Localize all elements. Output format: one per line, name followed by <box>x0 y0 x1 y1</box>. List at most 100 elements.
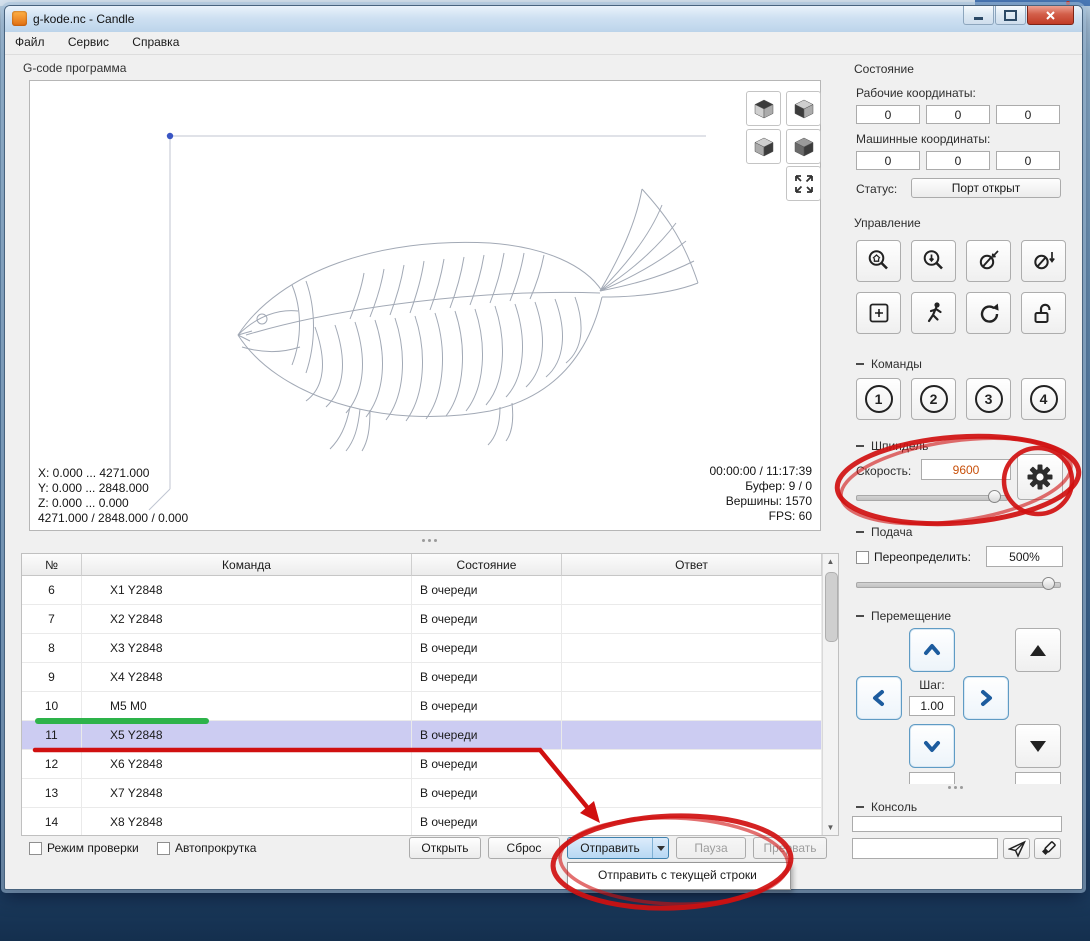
menu-item-send-from-current-line[interactable]: Отправить с текущей строки <box>568 863 790 888</box>
pause-button[interactable]: Пауза <box>676 837 746 859</box>
status-label: Статус: <box>856 182 898 196</box>
z-probe-button[interactable] <box>911 240 956 282</box>
scroll-down-icon[interactable]: ▼ <box>823 820 838 835</box>
zero-z-button[interactable] <box>1021 240 1066 282</box>
spindle-speed-field[interactable]: 9600 <box>921 459 1011 480</box>
collapse-icon[interactable] <box>856 445 864 447</box>
collapse-icon[interactable] <box>856 806 864 808</box>
table-row[interactable]: 14 X8 Y2848 В очереди <box>22 808 838 835</box>
header-state[interactable]: Состояние <box>412 554 562 576</box>
cell-response <box>562 634 822 662</box>
jog-panel-title: Перемещение <box>871 609 951 623</box>
slider-knob[interactable] <box>1042 577 1055 590</box>
send-button[interactable]: Отправить <box>567 837 669 859</box>
command-2-button[interactable]: 2 <box>911 378 956 420</box>
menu-help[interactable]: Справка <box>122 32 189 52</box>
feed-override-checkbox[interactable] <box>856 551 869 564</box>
cell-state: В очереди <box>412 750 562 778</box>
soft-reset-button[interactable] <box>966 292 1011 334</box>
restore-origin-button[interactable] <box>856 292 901 334</box>
spindle-speed-slider[interactable] <box>856 490 1008 503</box>
header-number[interactable]: № <box>22 554 82 576</box>
work-coord-y: 0 <box>926 105 990 124</box>
step-label: Шаг: <box>919 678 945 692</box>
window-title: g-kode.nc - Candle <box>33 12 135 26</box>
table-row[interactable]: 6 X1 Y2848 В очереди <box>22 576 838 605</box>
machine-coords-label: Машинные координаты: <box>856 132 991 146</box>
jog-z-plus-button[interactable] <box>1015 628 1061 672</box>
maximize-button[interactable] <box>995 6 1026 25</box>
header-command[interactable]: Команда <box>82 554 412 576</box>
console-output[interactable] <box>852 816 1062 832</box>
eraser-icon <box>1041 840 1056 855</box>
console-input[interactable] <box>852 838 998 859</box>
panel-splitter-handle[interactable] <box>885 786 1025 789</box>
zero-xy-button[interactable] <box>966 240 1011 282</box>
table-row-selected[interactable]: 11 X5 Y2848 В очереди <box>22 721 838 750</box>
cell-response <box>562 779 822 807</box>
jog-x-minus-button[interactable] <box>856 676 902 720</box>
table-scrollbar[interactable]: ▲ ▼ <box>822 554 838 835</box>
table-row[interactable]: 7 X2 Y2848 В очереди <box>22 605 838 634</box>
menu-file[interactable]: Файл <box>5 32 55 52</box>
jog-y-plus-button[interactable] <box>909 628 955 672</box>
view-top-button[interactable] <box>746 91 781 126</box>
reset-button[interactable]: Сброс <box>488 837 560 859</box>
collapse-icon[interactable] <box>856 531 864 533</box>
search-home-icon <box>868 250 888 270</box>
bounds-info: X: 0.000 ... 4271.000 Y: 0.000 ... 2848.… <box>38 466 189 525</box>
gcode-visualizer[interactable]: X: 0.000 ... 4271.000 Y: 0.000 ... 2848.… <box>29 80 821 531</box>
view-isometric-button[interactable] <box>786 91 821 126</box>
jog-z-minus-button[interactable] <box>1015 724 1061 768</box>
jog-y-minus-button[interactable] <box>909 724 955 768</box>
command-4-button[interactable]: 4 <box>1021 378 1066 420</box>
scroll-up-icon[interactable]: ▲ <box>823 554 838 569</box>
jog-x-plus-button[interactable] <box>963 676 1009 720</box>
chevron-down-icon <box>924 741 940 752</box>
cell-state: В очереди <box>412 576 562 604</box>
command-3-button[interactable]: 3 <box>966 378 1011 420</box>
triangle-up-icon <box>1030 644 1046 656</box>
step-field[interactable]: 1.00 <box>909 696 955 716</box>
feed-override-slider[interactable] <box>856 577 1061 590</box>
cell-command: X5 Y2848 <box>82 721 412 749</box>
table-row[interactable]: 8 X3 Y2848 В очереди <box>22 634 838 663</box>
table-row[interactable]: 13 X7 Y2848 В очереди <box>22 779 838 808</box>
table-row[interactable]: 10 M5 M0 В очереди <box>22 692 838 721</box>
command-1-button[interactable]: 1 <box>856 378 901 420</box>
fit-view-button[interactable] <box>786 166 821 201</box>
status-port-button[interactable]: Порт открыт <box>911 178 1061 198</box>
view-front-button[interactable] <box>746 129 781 164</box>
splitter-handle[interactable] <box>21 539 837 542</box>
titlebar[interactable]: g-kode.nc - Candle <box>5 6 1082 33</box>
unlock-button[interactable] <box>1021 292 1066 334</box>
scrollbar-thumb[interactable] <box>825 572 838 642</box>
table-row[interactable]: 12 X6 Y2848 В очереди <box>22 750 838 779</box>
collapse-icon[interactable] <box>856 615 864 617</box>
safe-position-button[interactable] <box>911 292 956 334</box>
cell-command: X7 Y2848 <box>82 779 412 807</box>
abort-button[interactable]: Прервать <box>753 837 827 859</box>
console-send-button[interactable] <box>1003 838 1030 859</box>
search-probe-icon <box>923 250 943 270</box>
slider-knob[interactable] <box>988 490 1001 503</box>
spindle-toggle-button[interactable] <box>1017 454 1063 500</box>
collapse-icon[interactable] <box>856 363 864 365</box>
console-clear-button[interactable] <box>1034 838 1061 859</box>
autoscroll-checkbox[interactable] <box>157 842 170 855</box>
homing-button[interactable] <box>856 240 901 282</box>
minimize-button[interactable] <box>963 6 994 25</box>
view-left-button[interactable] <box>786 129 821 164</box>
check-mode-checkbox[interactable] <box>29 842 42 855</box>
cell-number: 6 <box>22 576 82 604</box>
feed-override-field[interactable]: 500% <box>986 546 1063 567</box>
table-row[interactable]: 9 X4 Y2848 В очереди <box>22 663 838 692</box>
work-coords-label: Рабочие координаты: <box>856 86 976 100</box>
refresh-icon <box>980 303 999 323</box>
send-dropdown-button[interactable] <box>652 838 668 858</box>
open-button[interactable]: Открыть <box>409 837 481 859</box>
menu-service[interactable]: Сервис <box>58 32 119 52</box>
close-button[interactable] <box>1027 6 1074 25</box>
header-response[interactable]: Ответ <box>562 554 822 576</box>
origin-frame-icon <box>869 303 888 323</box>
